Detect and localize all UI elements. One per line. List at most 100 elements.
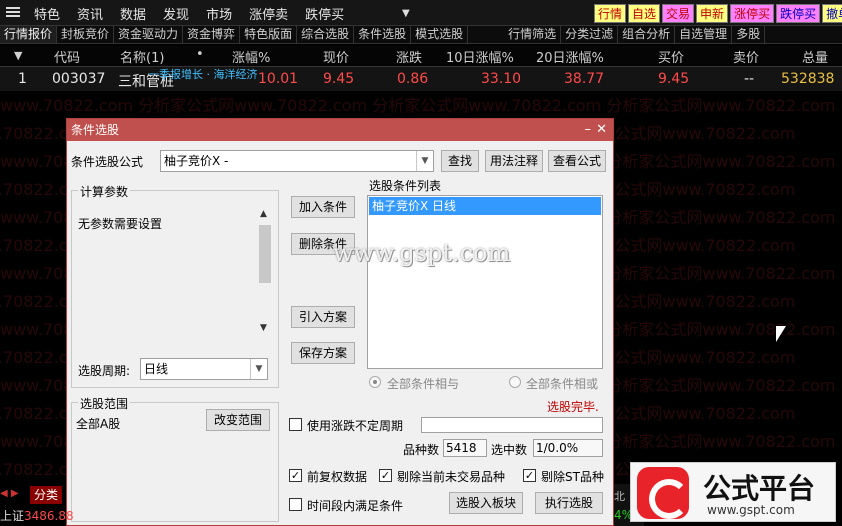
remove-st-checkbox[interactable]: ✓ xyxy=(523,469,536,482)
quick-button-0[interactable]: 行情 xyxy=(594,4,627,23)
quick-button-5[interactable]: 跌停买 xyxy=(776,4,821,23)
mouse-cursor-icon xyxy=(776,326,786,342)
menu-item-limit-up-sell[interactable]: 涨停卖 xyxy=(249,4,288,23)
tab-4[interactable]: 特色版面 xyxy=(240,26,298,43)
remove-untraded-checkbox[interactable]: ✓ xyxy=(379,469,392,482)
tab-5[interactable]: 综合选股 xyxy=(297,26,355,43)
add-condition-button[interactable]: 加入条件 xyxy=(291,196,355,218)
col-header-price[interactable]: 现价 xyxy=(323,47,349,66)
dialog-title-bar[interactable]: 条件选股 – ✕ xyxy=(67,119,613,141)
row-ask: -- xyxy=(744,71,755,87)
col-header-bid[interactable]: 买价 xyxy=(658,47,684,66)
tab-7[interactable]: 模式选股 xyxy=(411,26,469,43)
menu-item-data[interactable]: 数据 xyxy=(120,4,146,23)
row-price: 9.45 xyxy=(323,71,355,87)
more-menu-dropdown-icon[interactable]: ▼ xyxy=(402,8,410,19)
radio-all-and[interactable] xyxy=(369,376,381,388)
status-text: 选股完毕. xyxy=(547,400,599,414)
range-group-title: 选股范围 xyxy=(78,395,131,412)
watermark-line: www.70822.com 分析家公式网www.70822.com 分析家公式网… xyxy=(0,96,836,115)
selected-label: 选中数 xyxy=(491,443,528,457)
params-scrollbar[interactable]: ▲ ▼ xyxy=(258,209,272,333)
row-pct: 10.01 xyxy=(258,71,299,87)
condition-list[interactable]: 柚子竞价X 日线 xyxy=(367,195,603,369)
col-header-name[interactable]: 名称(1) xyxy=(120,47,164,66)
find-button[interactable]: 查找 xyxy=(441,150,479,172)
hamburger-menu-icon[interactable] xyxy=(5,5,21,21)
col-header-code[interactable]: 代码 xyxy=(54,47,80,66)
col-header-change[interactable]: 涨跌 xyxy=(396,47,422,66)
period-select[interactable]: 日线 ▼ xyxy=(140,358,268,380)
tab-0[interactable]: 行情报价 xyxy=(0,26,58,43)
scroll-down-icon[interactable]: ▼ xyxy=(260,323,267,333)
radio-all-or[interactable] xyxy=(509,376,521,388)
menu-item-limit-down-buy[interactable]: 跌停买 xyxy=(305,4,344,23)
close-icon[interactable]: ✕ xyxy=(596,119,607,141)
row-bid: 9.45 xyxy=(658,71,690,87)
col-header-dot: • xyxy=(196,47,204,62)
chevron-down-icon[interactable]: ▼ xyxy=(250,359,267,379)
import-scheme-button[interactable]: 引入方案 xyxy=(291,306,355,328)
params-text: 无参数需要设置 xyxy=(78,217,163,231)
tab-1[interactable]: 封板竞价 xyxy=(57,26,115,43)
col-header-pct10[interactable]: 10日涨幅% xyxy=(446,47,514,66)
formula-select[interactable]: 柚子竞价X - ▼ xyxy=(160,150,434,172)
col-header-ask[interactable]: 卖价 xyxy=(733,47,759,66)
tab-3[interactable]: 资金博弈 xyxy=(183,26,241,43)
adjust-data-checkbox[interactable]: ✓ xyxy=(289,469,302,482)
change-range-button[interactable]: 改变范围 xyxy=(206,409,270,431)
category-tab[interactable]: 分类 xyxy=(30,486,63,504)
variable-period-checkbox[interactable] xyxy=(289,418,302,431)
condition-screening-dialog: 条件选股 – ✕ 条件选股公式 柚子竞价X - ▼ 查找 用法注释 查看公式 计… xyxy=(66,118,614,526)
tab-2[interactable]: 资金驱动力 xyxy=(114,26,184,43)
menu-item-market[interactable]: 市场 xyxy=(206,4,232,23)
tab-6[interactable]: 条件选股 xyxy=(354,26,412,43)
main-menu: 特色 资讯 数据 发现 市场 涨停卖 跌停买 xyxy=(34,0,361,26)
col-header-pct[interactable]: 涨幅% xyxy=(232,47,270,66)
menu-item-news[interactable]: 资讯 xyxy=(77,4,103,23)
quick-button-4[interactable]: 涨停买 xyxy=(730,4,775,23)
add-to-block-button[interactable]: 选股入板块 xyxy=(449,492,523,514)
tab-11[interactable]: 自选管理 xyxy=(675,26,733,43)
period-label: 选股周期: xyxy=(78,364,131,378)
quick-button-6[interactable]: 撤单 xyxy=(822,4,842,23)
save-scheme-button[interactable]: 保存方案 xyxy=(291,342,355,364)
view-formula-button[interactable]: 查看公式 xyxy=(548,150,606,172)
menu-item-discover[interactable]: 发现 xyxy=(163,4,189,23)
scroll-up-icon[interactable]: ▲ xyxy=(260,209,267,219)
view-tab-bar: 行情报价 封板竞价 资金驱动力 资金博弈 特色版面 综合选股 条件选股 模式选股 行情筛选 分类过… xyxy=(0,26,842,44)
condition-list-label: 选股条件列表 xyxy=(369,179,442,193)
quote-table-header: ▼ 代码 名称(1) • 涨幅% 现价 涨跌 10日涨幅% 20日涨幅% 买价 … xyxy=(0,45,842,67)
time-range-label: 时间段内满足条件 xyxy=(307,499,404,513)
usage-notes-button[interactable]: 用法注释 xyxy=(485,150,543,172)
gspt-logo: 公式平台 www.gspt.com xyxy=(630,462,836,522)
selected-field: 1/0.0% xyxy=(533,439,603,457)
quick-button-1[interactable]: 自选 xyxy=(628,4,661,23)
row-tag-note: 一季报增长 · 海洋经济 xyxy=(148,68,258,81)
logo-name: 公式平台 xyxy=(703,472,816,505)
quick-action-buttons: 行情自选交易申新涨停买跌停买撤单 xyxy=(594,4,842,23)
variable-period-field[interactable] xyxy=(421,417,603,433)
radio-all-or-label: 全部条件相或 xyxy=(526,377,599,391)
nav-arrows-icon[interactable]: ◀ ▶ xyxy=(0,488,19,499)
list-item[interactable]: 柚子竞价X 日线 xyxy=(369,197,601,215)
execute-screening-button[interactable]: 执行选股 xyxy=(535,492,603,514)
quick-button-3[interactable]: 申新 xyxy=(696,4,729,23)
tab-10[interactable]: 组合分析 xyxy=(618,26,676,43)
tab-9[interactable]: 分类过滤 xyxy=(561,26,619,43)
tab-8[interactable]: 行情筛选 xyxy=(504,26,562,43)
scroll-thumb[interactable] xyxy=(259,225,271,283)
tab-12[interactable]: 多股 xyxy=(732,26,766,43)
col-header-pct20[interactable]: 20日涨幅% xyxy=(536,47,604,66)
minimize-icon[interactable]: – xyxy=(585,119,592,141)
top-menu-bar: 特色 资讯 数据 发现 市场 涨停卖 跌停买 ▼ 行情 自选 交易 申新 涨停买 跌停买撤… xyxy=(0,0,842,26)
quick-button-2[interactable]: 交易 xyxy=(662,4,695,23)
table-row[interactable]: 1 003037 三和管桩 10.01 9.45 0.86 33.10 38.7… xyxy=(0,67,842,91)
chevron-down-icon[interactable]: ▼ xyxy=(416,151,433,171)
header-sort-icon[interactable]: ▼ xyxy=(14,49,22,62)
time-range-checkbox[interactable] xyxy=(289,498,302,511)
col-header-volume[interactable]: 总量 xyxy=(802,47,828,66)
index-name: 上证 xyxy=(0,509,25,523)
menu-item-special[interactable]: 特色 xyxy=(34,4,60,23)
formula-select-value: 柚子竞价X - xyxy=(164,154,229,168)
